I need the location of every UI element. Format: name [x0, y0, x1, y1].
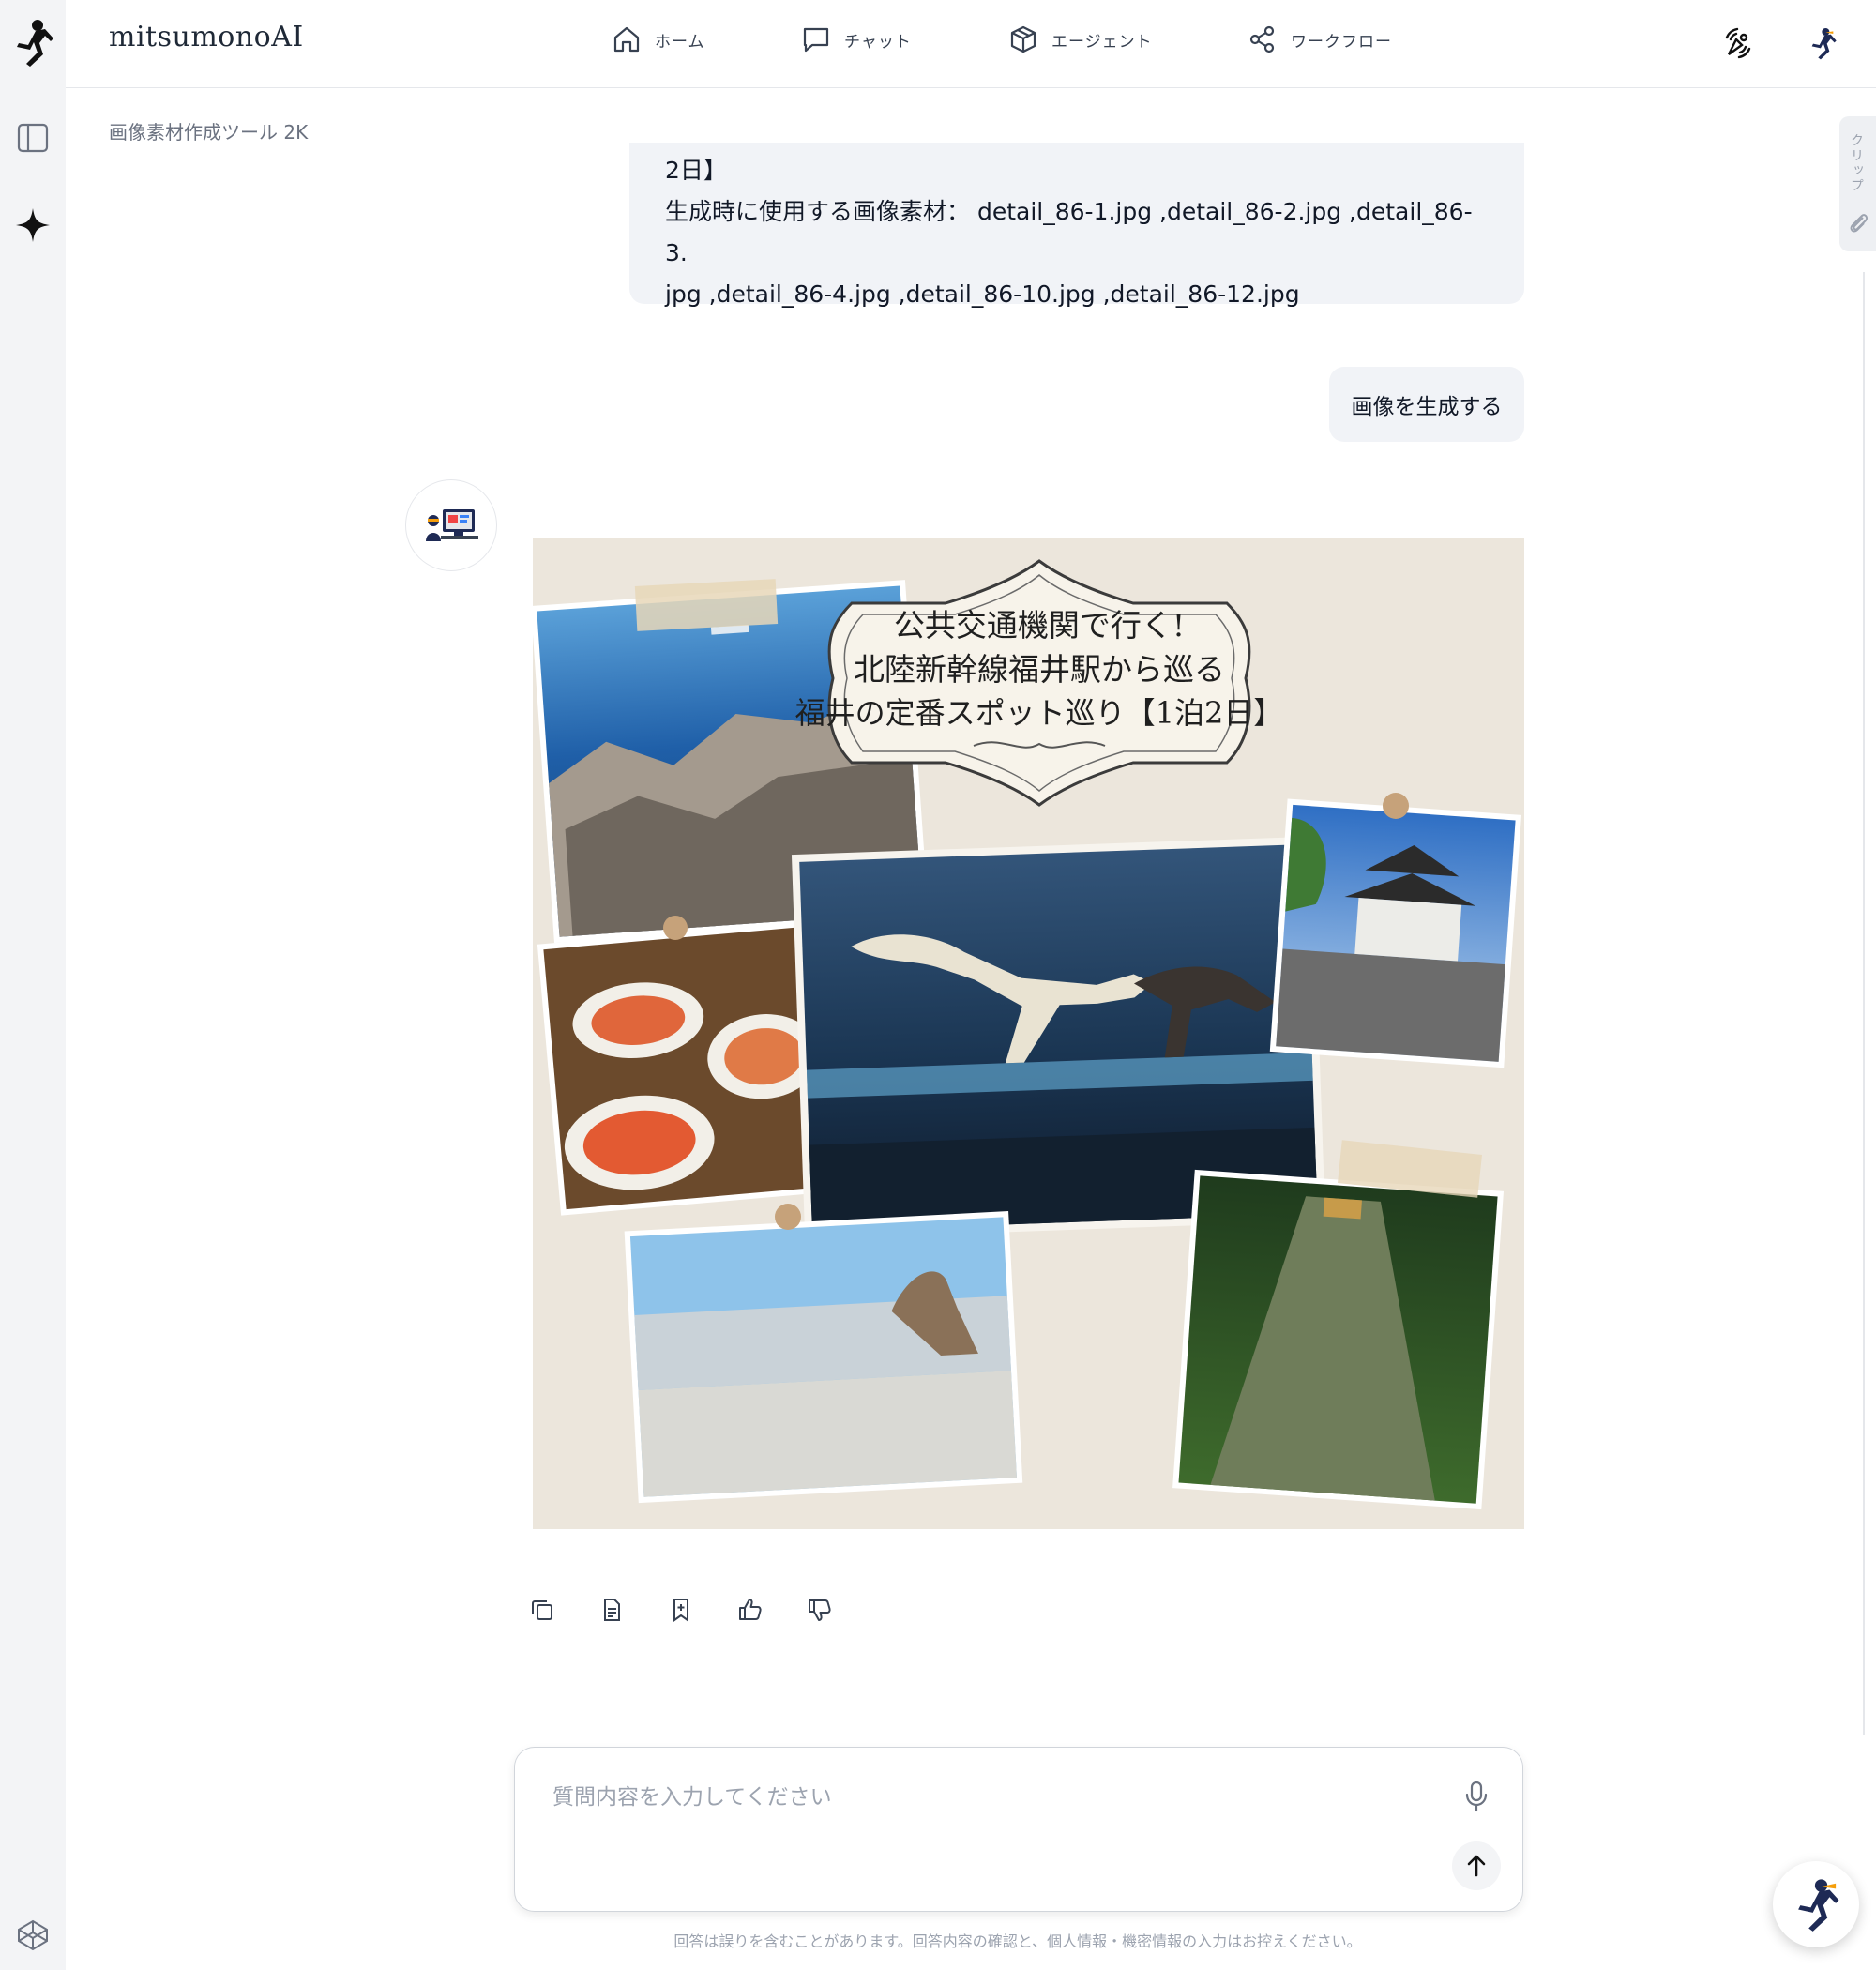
mascot-icon [1798, 1879, 1839, 1932]
user-avatar[interactable] [1802, 23, 1843, 64]
message-line: 2日】 [665, 157, 727, 184]
sparkle-icon[interactable] [9, 202, 56, 249]
scrollbar[interactable] [1863, 272, 1865, 1735]
banner-title-line: 北陸新幹線福井駅から巡る [854, 651, 1225, 688]
codepen-icon[interactable] [9, 1912, 56, 1959]
paperclip-icon [1850, 214, 1868, 233]
assistant-avatar [405, 479, 497, 571]
banner-title-line: 公共交通機関で行く! [894, 607, 1185, 644]
send-button[interactable] [1452, 1841, 1501, 1890]
message-text: 画像を生成する [1351, 395, 1503, 419]
message-actions [527, 1595, 835, 1625]
arrow-up-icon [1467, 1855, 1486, 1877]
broadcast-icon[interactable] [1717, 23, 1759, 64]
clip-tab-label: クリップ [1849, 133, 1864, 193]
cube-icon [1010, 25, 1036, 53]
disclaimer: 回答は誤りを含むことがあります。回答内容の確認と、個人情報・機密情報の入力はお控… [673, 1932, 1362, 1950]
thumbs-down-icon[interactable] [805, 1595, 835, 1625]
nav-chat[interactable]: チャット [801, 24, 912, 54]
document-icon[interactable] [597, 1595, 627, 1625]
nav-home-label: ホーム [655, 32, 705, 52]
nav-agent-label: エージェント [1051, 32, 1153, 52]
message-line: jpg ,detail_86-4.jpg ,detail_86-10.jpg ,… [665, 280, 1300, 308]
copy-icon[interactable] [527, 1595, 557, 1625]
message-line: 生成時に使用する画像素材： detail_86-1.jpg ,detail_86… [665, 198, 1473, 266]
sidebar-toggle-icon[interactable] [9, 114, 56, 161]
message-input[interactable] [551, 1778, 1399, 1817]
chat-icon [803, 27, 829, 53]
clip-tab[interactable]: クリップ [1839, 116, 1876, 251]
brand-title[interactable]: mitsumonoAI [109, 21, 304, 53]
mascot-assistant-button[interactable] [1773, 1861, 1859, 1947]
home-icon [613, 26, 640, 53]
top-bar: mitsumonoAI ホーム チャット エージェント ワークフロー [66, 0, 1876, 88]
thumbs-up-icon[interactable] [735, 1595, 765, 1625]
user-message-bubble: 2日】 生成時に使用する画像素材： detail_86-1.jpg ,detai… [629, 143, 1524, 308]
nav-agent[interactable]: エージェント [1008, 24, 1153, 54]
banner-title-line: 福井の定番スポット巡り【1泊2日】 [795, 695, 1284, 731]
bookmark-add-icon[interactable] [666, 1595, 696, 1625]
microphone-icon[interactable] [1456, 1776, 1497, 1817]
nav-workflow-label: ワークフロー [1291, 32, 1392, 52]
nav-workflow[interactable]: ワークフロー [1248, 24, 1392, 54]
user-message-bubble: 画像を生成する [1329, 367, 1524, 442]
nav-home[interactable]: ホーム [612, 24, 705, 54]
generated-image[interactable]: 公共交通機関で行く! 北陸新幹線福井駅から巡る 福井の定番スポット巡り【1泊2日… [530, 538, 1524, 1529]
breadcrumb: 画像素材作成ツール 2K [109, 121, 309, 144]
chat-composer [514, 1747, 1523, 1912]
workflow-icon [1249, 25, 1275, 53]
mascot-logo-icon[interactable] [9, 19, 56, 67]
left-rail [0, 0, 66, 1970]
nav-chat-label: チャット [844, 32, 912, 52]
